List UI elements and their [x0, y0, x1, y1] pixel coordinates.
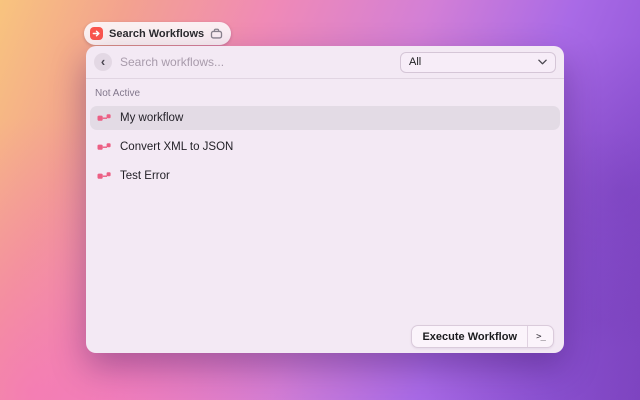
action-bar: Execute Workflow >_ [411, 325, 554, 348]
arrow-right-icon [92, 30, 100, 37]
list-item-label: My workflow [120, 112, 184, 124]
section-title: Not Active [95, 88, 141, 99]
list-item-label: Test Error [120, 170, 170, 182]
filter-dropdown[interactable]: All [400, 51, 556, 73]
execute-workflow-label: Execute Workflow [422, 330, 517, 343]
briefcase-icon [211, 28, 223, 39]
list-item-convert-xml-to-json[interactable]: Convert XML to JSON [90, 135, 560, 159]
extension-app-icon [90, 27, 103, 40]
workflow-icon [97, 112, 111, 124]
desktop-wallpaper: Search Workflows ‹ Search workflows... A… [0, 0, 640, 400]
list-item-test-error[interactable]: Test Error [90, 164, 560, 188]
list-item-label: Convert XML to JSON [120, 141, 234, 153]
search-workflows-window: ‹ Search workflows... All Not Active My … [86, 46, 564, 353]
workflow-icon [97, 141, 111, 153]
search-header: ‹ Search workflows... All [86, 46, 564, 78]
chevron-left-icon: ‹ [100, 54, 106, 69]
search-input[interactable]: Search workflows... [120, 55, 392, 69]
filter-selected-value: All [409, 56, 422, 68]
back-button[interactable]: ‹ [94, 53, 112, 71]
execute-workflow-button[interactable]: Execute Workflow >_ [411, 325, 554, 348]
header-divider [86, 78, 564, 79]
terminal-prompt-icon: >_ [536, 331, 546, 342]
workflow-list: My workflow Convert XML to JSON Test Err… [86, 106, 564, 193]
list-item-my-workflow[interactable]: My workflow [90, 106, 560, 130]
pill-title: Search Workflows [109, 27, 205, 40]
workflow-icon [97, 170, 111, 182]
window-title-pill[interactable]: Search Workflows [84, 22, 232, 45]
chevron-down-icon [538, 59, 547, 65]
